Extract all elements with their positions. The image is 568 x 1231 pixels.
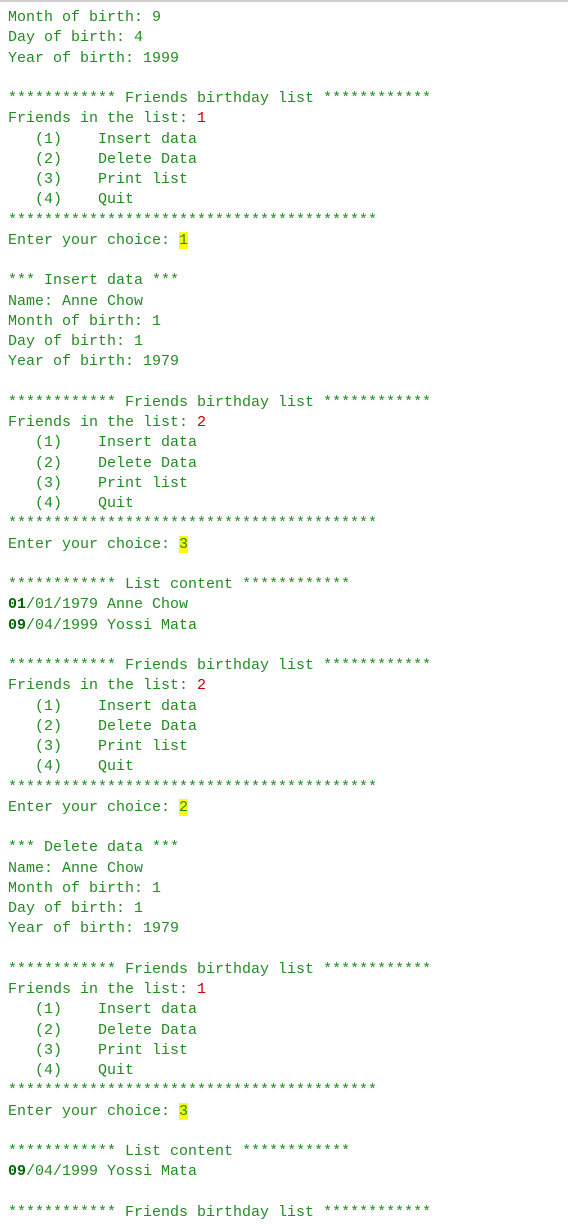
list-row: 09/04/1999 Yossi Mata <box>8 616 560 636</box>
delete-header: *** Delete data *** <box>8 838 560 858</box>
menu-opt-4: (4) Quit <box>8 1061 560 1081</box>
list-header-2: ************ List content ************ <box>8 1142 560 1162</box>
list-row: 01/01/1979 Anne Chow <box>8 595 560 615</box>
friends-count-1: Friends in the list: 1 <box>8 109 560 129</box>
friends-count-3: Friends in the list: 2 <box>8 676 560 696</box>
insert-name: Name: Anne Chow <box>8 292 560 312</box>
blank <box>8 636 560 656</box>
list-header-1: ************ List content ************ <box>8 575 560 595</box>
menu-opt-2: (2) Delete Data <box>8 454 560 474</box>
choice-prompt-3[interactable]: Enter your choice: 2 <box>8 798 560 818</box>
menu-opt-2: (2) Delete Data <box>8 717 560 737</box>
blank <box>8 69 560 89</box>
blank <box>8 555 560 575</box>
banner-5: ************ Friends birthday list *****… <box>8 1203 560 1223</box>
menu-opt-1: (1) Insert data <box>8 130 560 150</box>
intro-month: Month of birth: 9 <box>8 8 560 28</box>
blank <box>8 251 560 271</box>
menu-opt-1: (1) Insert data <box>8 1000 560 1020</box>
blank <box>8 1122 560 1142</box>
choice-prompt-1[interactable]: Enter your choice: 1 <box>8 231 560 251</box>
banner-1: ************ Friends birthday list *****… <box>8 89 560 109</box>
menu-opt-2: (2) Delete Data <box>8 150 560 170</box>
friends-count-2: Friends in the list: 2 <box>8 413 560 433</box>
banner-2: ************ Friends birthday list *****… <box>8 393 560 413</box>
menu-opt-4: (4) Quit <box>8 190 560 210</box>
choice-prompt-4[interactable]: Enter your choice: 3 <box>8 1102 560 1122</box>
delete-month: Month of birth: 1 <box>8 879 560 899</box>
menu-opt-2: (2) Delete Data <box>8 1021 560 1041</box>
insert-header: *** Insert data *** <box>8 271 560 291</box>
delete-name: Name: Anne Chow <box>8 859 560 879</box>
blank <box>8 818 560 838</box>
menu-border-3: ****************************************… <box>8 778 560 798</box>
intro-year: Year of birth: 1999 <box>8 49 560 69</box>
blank <box>8 940 560 960</box>
menu-opt-4: (4) Quit <box>8 494 560 514</box>
menu-border-1: ****************************************… <box>8 211 560 231</box>
menu-opt-3: (3) Print list <box>8 170 560 190</box>
menu-opt-4: (4) Quit <box>8 757 560 777</box>
delete-day: Day of birth: 1 <box>8 899 560 919</box>
menu-opt-3: (3) Print list <box>8 737 560 757</box>
list-row: 09/04/1999 Yossi Mata <box>8 1162 560 1182</box>
menu-opt-1: (1) Insert data <box>8 697 560 717</box>
blank <box>8 1183 560 1203</box>
friends-count-4: Friends in the list: 1 <box>8 980 560 1000</box>
menu-opt-3: (3) Print list <box>8 474 560 494</box>
insert-month: Month of birth: 1 <box>8 312 560 332</box>
menu-opt-1: (1) Insert data <box>8 433 560 453</box>
menu-border-2: ****************************************… <box>8 514 560 534</box>
menu-border-4: ****************************************… <box>8 1081 560 1101</box>
delete-year: Year of birth: 1979 <box>8 919 560 939</box>
choice-prompt-2[interactable]: Enter your choice: 3 <box>8 535 560 555</box>
intro-day: Day of birth: 4 <box>8 28 560 48</box>
insert-year: Year of birth: 1979 <box>8 352 560 372</box>
menu-opt-3: (3) Print list <box>8 1041 560 1061</box>
banner-4: ************ Friends birthday list *****… <box>8 960 560 980</box>
blank <box>8 373 560 393</box>
insert-day: Day of birth: 1 <box>8 332 560 352</box>
banner-3: ************ Friends birthday list *****… <box>8 656 560 676</box>
